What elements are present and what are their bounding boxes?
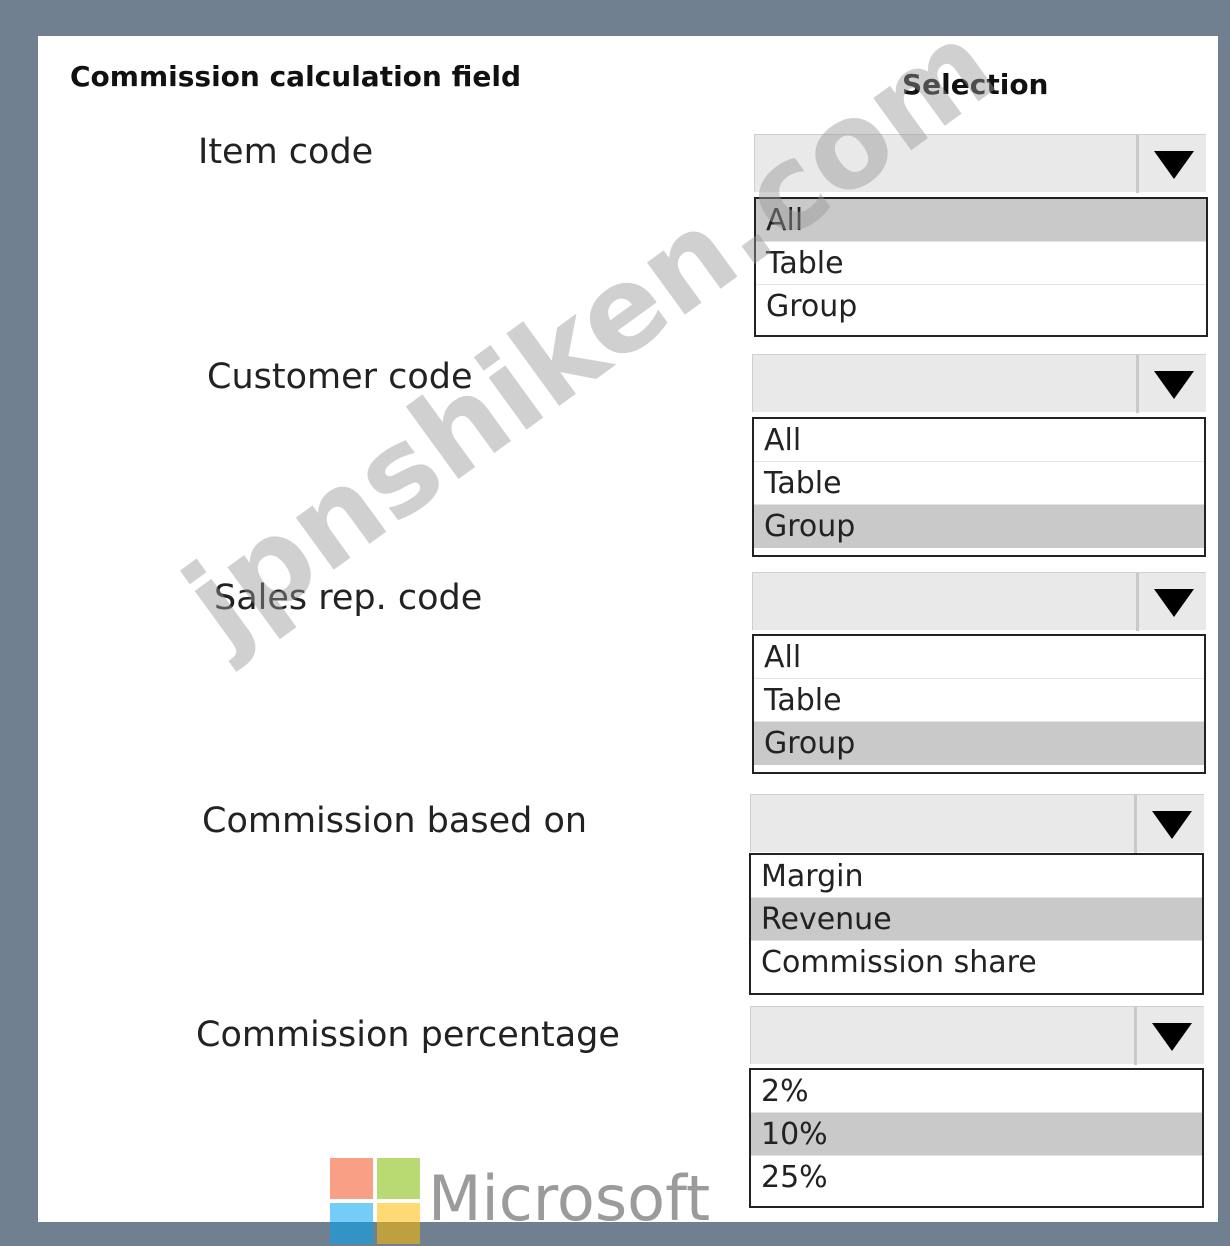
option-table[interactable]: Table [754,679,1204,722]
option-list-item-code: All Table Group [754,197,1208,337]
option-table[interactable]: Table [754,462,1204,505]
column-header-selection: Selection [902,68,1049,101]
option-list-commission-based-on: Margin Revenue Commission share [749,853,1204,995]
column-header-field: Commission calculation field [70,60,521,93]
option-margin[interactable]: Margin [751,855,1202,898]
option-all[interactable]: All [756,199,1206,242]
option-all[interactable]: All [754,636,1204,679]
logo-square-yellow [377,1203,420,1244]
option-revenue[interactable]: Revenue [751,898,1202,941]
option-all[interactable]: All [754,419,1204,462]
chevron-down-icon [1152,811,1192,839]
dropdown-item-code[interactable] [754,134,1206,193]
dropdown-toggle[interactable] [1136,573,1206,631]
chevron-down-icon [1154,589,1194,617]
option-list-customer-code: All Table Group [752,417,1206,557]
option-2-percent[interactable]: 2% [751,1070,1202,1113]
microsoft-wordmark: Microsoft [428,1162,711,1235]
dropdown-toggle[interactable] [1136,355,1206,413]
dropdown-toggle[interactable] [1134,795,1204,853]
chevron-down-icon [1154,371,1194,399]
field-label-item-code: Item code [198,132,374,172]
chevron-down-icon [1154,151,1194,179]
option-commission-share[interactable]: Commission share [751,941,1202,984]
option-10-percent[interactable]: 10% [751,1113,1202,1156]
dropdown-commission-based-on[interactable] [750,794,1204,853]
dropdown-toggle[interactable] [1136,135,1206,193]
option-25-percent[interactable]: 25% [751,1156,1202,1199]
field-label-commission-based-on: Commission based on [202,801,588,841]
option-list-commission-percentage: 2% 10% 25% [749,1068,1204,1208]
option-group[interactable]: Group [754,505,1204,548]
dropdown-customer-code[interactable] [752,354,1206,413]
field-label-sales-rep-code: Sales rep. code [214,578,483,618]
microsoft-logo-icon [330,1158,422,1246]
dropdown-sales-rep-code[interactable] [752,572,1206,631]
option-table[interactable]: Table [756,242,1206,285]
logo-square-red [330,1158,373,1199]
field-label-commission-percentage: Commission percentage [196,1015,620,1055]
field-label-customer-code: Customer code [207,357,473,397]
dropdown-toggle[interactable] [1134,1007,1204,1065]
option-list-sales-rep-code: All Table Group [752,634,1206,774]
logo-square-blue [330,1203,373,1244]
dropdown-commission-percentage[interactable] [750,1006,1204,1065]
option-group[interactable]: Group [756,285,1206,328]
logo-square-green [377,1158,420,1199]
chevron-down-icon [1152,1023,1192,1051]
option-group[interactable]: Group [754,722,1204,765]
